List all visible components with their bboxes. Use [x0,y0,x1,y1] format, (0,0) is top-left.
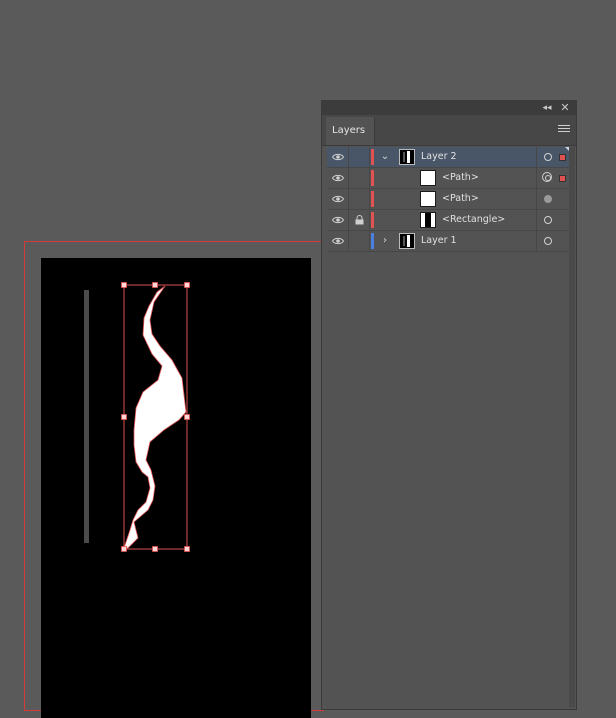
layer-thumbnail [420,212,436,228]
layer-color-strip [371,149,374,165]
layers-panel: ◂◂ ✕ Layers ⌄ Layer 2 <Path> <Path> <Rectang… [321,100,577,710]
collapse-panel-button[interactable]: ◂◂ [540,101,554,115]
target-circle-icon[interactable] [544,237,552,245]
layer-name[interactable]: <Path> [442,189,479,209]
white-flame-path[interactable] [123,285,187,549]
panel-scrollbar[interactable] [569,147,575,707]
target-circle-icon[interactable] [544,153,552,161]
layer-row[interactable]: <Path> [327,189,571,210]
layer-row[interactable]: <Rectangle> [327,210,571,231]
bbox-handle-bottom-left[interactable] [121,546,127,552]
bbox-handle-mid-left[interactable] [121,414,127,420]
layer-thumbnail [420,170,436,186]
visibility-eye-icon[interactable] [327,147,349,167]
hamburger-menu-icon[interactable] [558,123,570,135]
target-circle-icon[interactable] [544,216,552,224]
panel-tabbar: Layers [322,115,576,146]
visibility-eye-icon[interactable] [327,210,349,230]
target-column [536,210,571,230]
bbox-handle-mid-right[interactable] [184,414,190,420]
layer-row[interactable]: ⌄ Layer 2 [327,147,571,168]
layer-row[interactable]: <Path> [327,168,571,189]
layer-color-strip [371,212,374,228]
layer-thumbnail [399,149,415,165]
lock-toggle[interactable] [349,189,370,209]
visibility-eye-icon[interactable] [327,231,349,251]
panel-titlebar[interactable]: ◂◂ ✕ [322,101,576,115]
chevron-down-icon[interactable]: ⌄ [379,150,391,164]
layer-name[interactable]: Layer 2 [421,147,457,167]
layer-name[interactable]: Layer 1 [421,231,457,251]
target-column [536,189,571,209]
bbox-handle-bottom-right[interactable] [184,546,190,552]
lock-toggle[interactable] [349,231,370,251]
lock-toggle[interactable] [349,168,370,188]
bbox-handle-top-right[interactable] [184,282,190,288]
layer-color-strip [371,191,374,207]
lock-toggle[interactable] [349,147,370,167]
layer-thumbnail [399,233,415,249]
close-panel-button[interactable]: ✕ [558,101,572,115]
layer-thumbnail [420,191,436,207]
bbox-handle-top-mid[interactable] [152,282,158,288]
target-column [536,168,571,188]
layers-list: ⌄ Layer 2 <Path> <Path> <Rectangle> › Layer 1 [327,147,571,252]
bbox-handle-top-left[interactable] [121,282,127,288]
visibility-eye-icon[interactable] [327,189,349,209]
layer-name[interactable]: <Path> [442,168,479,188]
tab-layers[interactable]: Layers [326,117,375,145]
visibility-eye-icon[interactable] [327,168,349,188]
layer-row[interactable]: › Layer 1 [327,231,571,252]
layer-color-strip [371,170,374,186]
bbox-handle-bottom-mid[interactable] [152,546,158,552]
target-circle-icon[interactable] [542,172,552,182]
target-column [536,231,571,251]
layer-color-strip [371,233,374,249]
layer-name[interactable]: <Rectangle> [442,210,505,230]
target-circle-icon[interactable] [544,195,552,203]
lock-icon[interactable] [349,210,370,230]
chevron-right-icon[interactable]: › [379,234,391,248]
selection-indicator-square[interactable] [559,175,566,182]
selection-indicator-square[interactable] [559,154,566,161]
